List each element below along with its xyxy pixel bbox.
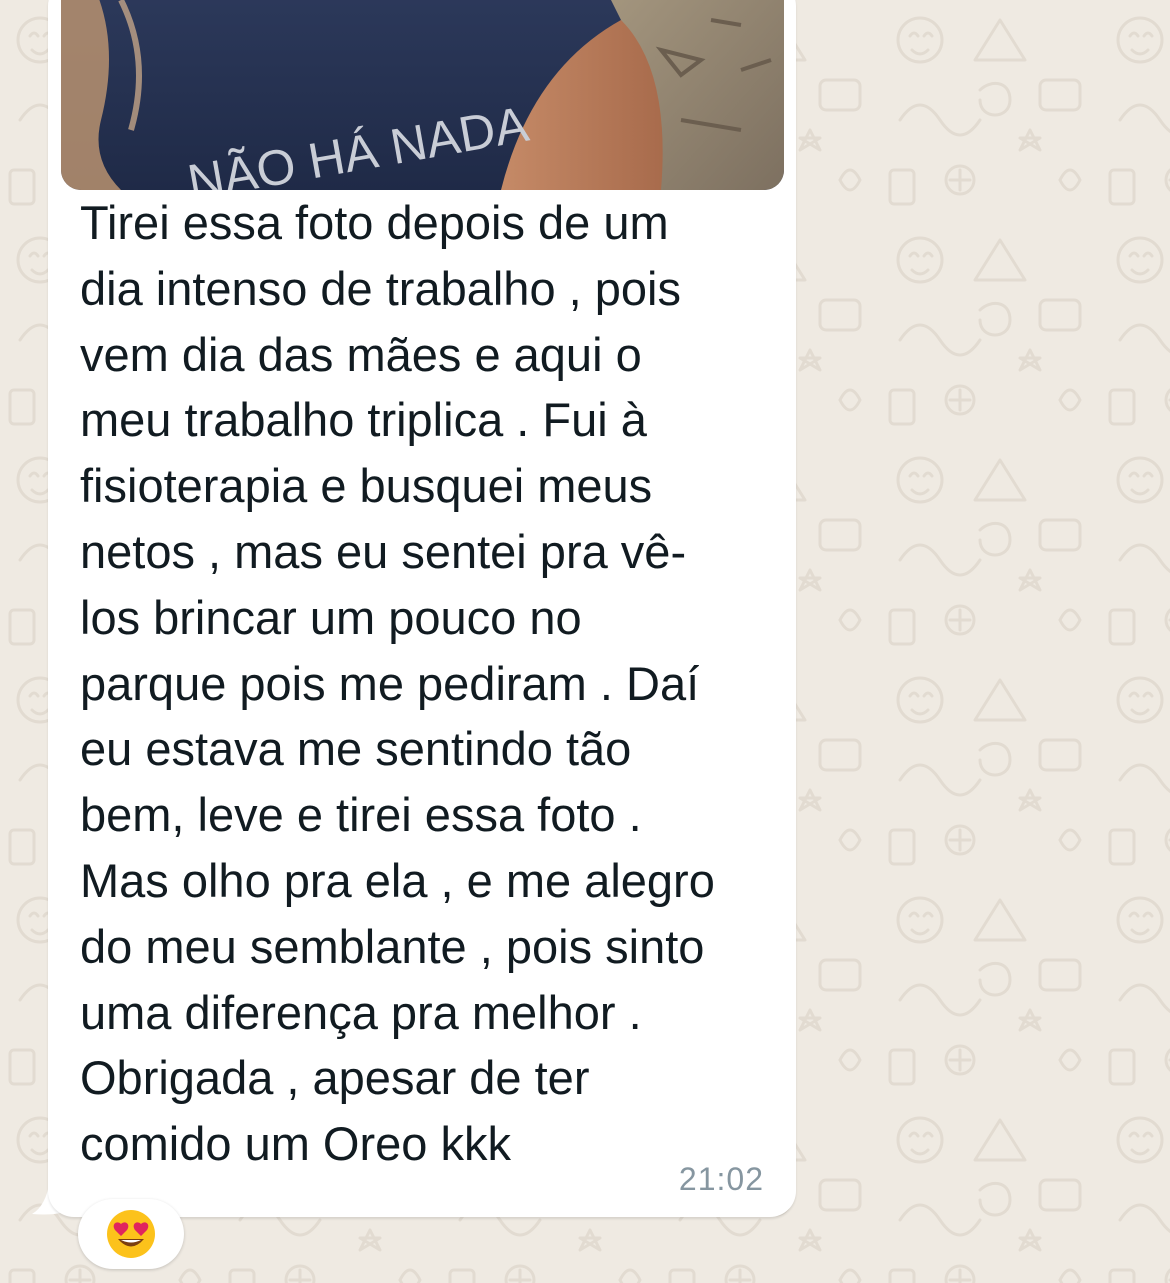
message-timestamp: 21:02 bbox=[678, 1161, 764, 1197]
message-bubble[interactable]: NÃO HÁ NADA Tirei essa foto depois de um… bbox=[48, 0, 796, 1217]
reaction-badge[interactable] bbox=[78, 1199, 184, 1269]
heart-eyes-emoji-icon bbox=[107, 1210, 155, 1258]
message-text: Tirei essa foto depois de um dia intenso… bbox=[80, 196, 715, 1171]
message-photo[interactable]: NÃO HÁ NADA bbox=[61, 0, 784, 190]
photo-image: NÃO HÁ NADA bbox=[61, 0, 784, 190]
